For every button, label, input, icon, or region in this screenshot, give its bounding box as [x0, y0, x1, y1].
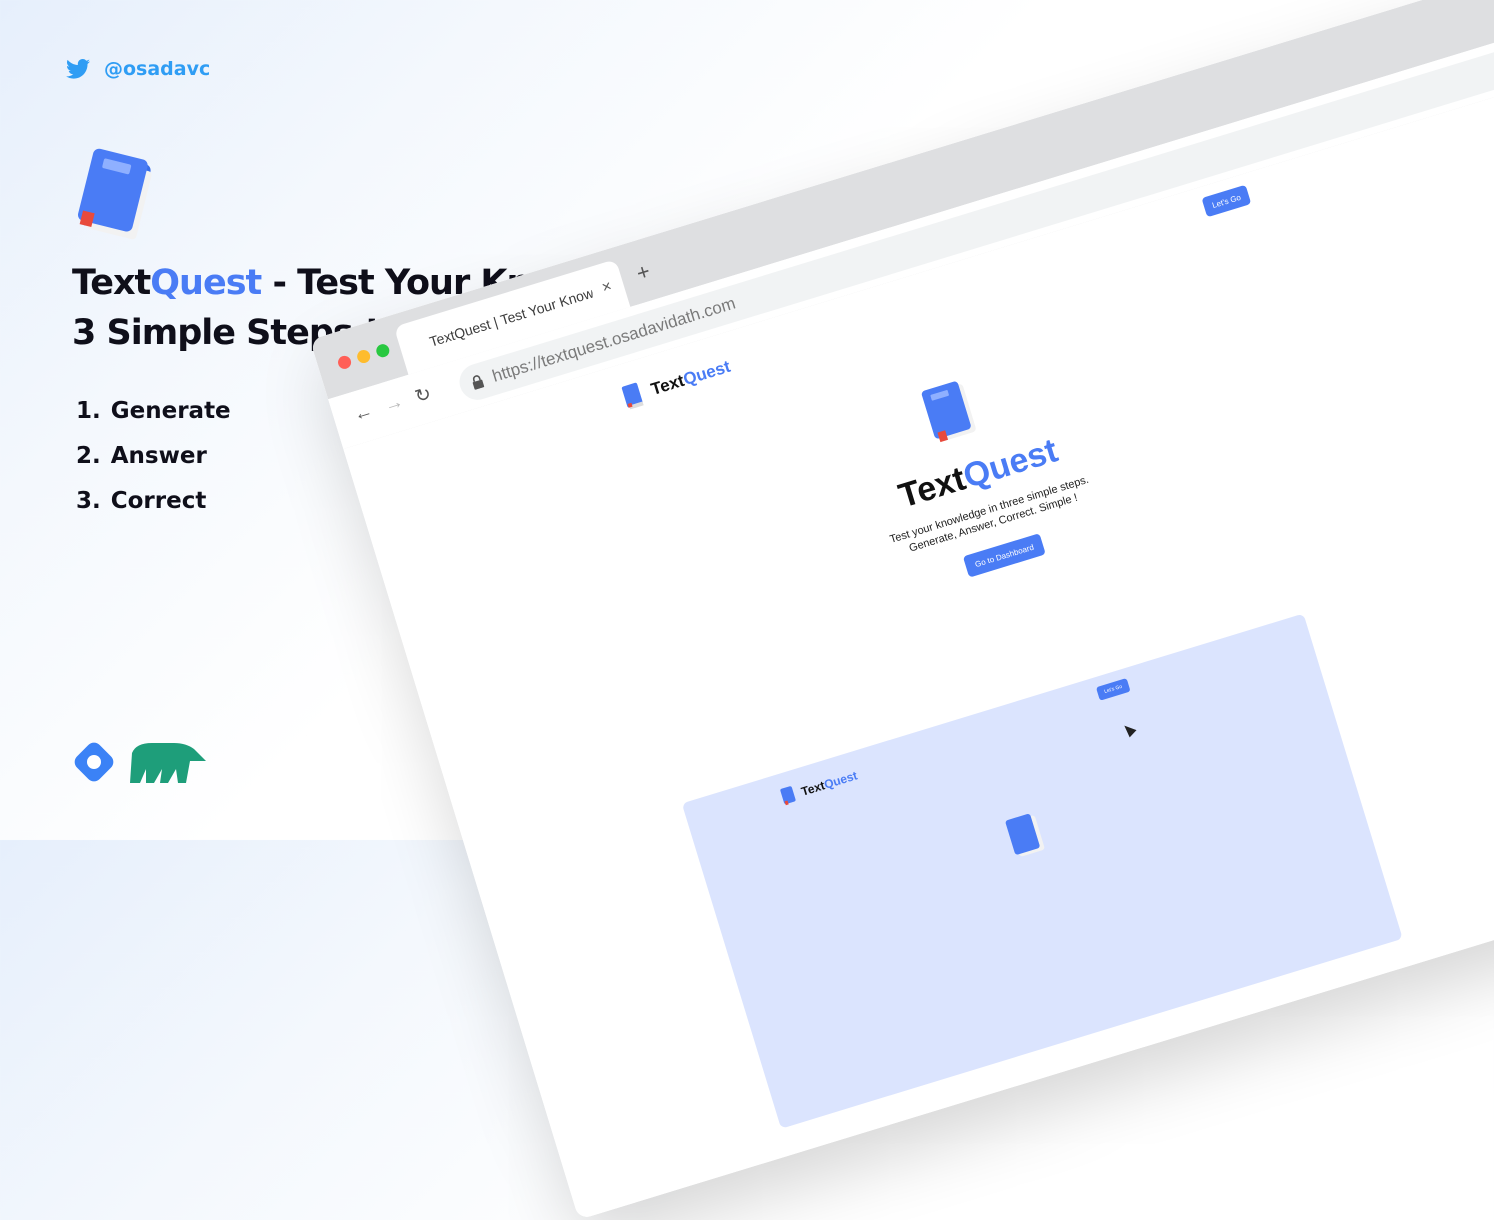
step-number: 2.	[76, 443, 101, 469]
step-number: 3.	[76, 488, 101, 514]
site-title-first: Text	[894, 459, 970, 516]
forward-arrow-icon[interactable]: →	[382, 391, 407, 418]
social-handle: @osadavc	[66, 58, 210, 80]
step-item: 3. Correct	[76, 482, 231, 527]
site-logo[interactable]: TextQuest	[617, 353, 734, 413]
preview-lets-go-button: Let's Go	[1095, 678, 1131, 701]
anteater-logo-icon	[130, 743, 206, 783]
step-label: Generate	[110, 398, 231, 424]
book-icon	[621, 382, 644, 410]
site-logo-accent: Quest	[680, 356, 733, 390]
steps-list: 1. Generate 2. Answer 3. Correct	[76, 392, 231, 527]
step-label: Answer	[110, 443, 207, 469]
lets-go-button[interactable]: Let's Go	[1201, 184, 1252, 218]
twitter-handle[interactable]: @osadavc	[104, 58, 210, 80]
preview-logo-accent: Quest	[822, 768, 859, 792]
step-label: Correct	[110, 488, 207, 514]
preview-logo: TextQuest	[778, 766, 860, 808]
book-icon	[921, 381, 976, 443]
go-to-dashboard-button[interactable]: Go to Dashboard	[962, 533, 1046, 578]
blue-diamond-logo-icon	[74, 742, 114, 782]
tech-logos	[70, 738, 208, 786]
step-number: 1.	[76, 398, 101, 424]
minimize-window-dot[interactable]	[355, 348, 372, 365]
reload-icon[interactable]: ↻	[412, 383, 434, 410]
brand-first: Text	[72, 263, 151, 303]
book-icon	[780, 786, 796, 806]
book-icon	[1005, 813, 1045, 857]
lock-icon	[472, 375, 485, 390]
step-item: 1. Generate	[76, 392, 231, 437]
browser-window: TextQuest | Test Your Knowledge × + ← → …	[310, 0, 1494, 1220]
close-window-dot[interactable]	[336, 354, 353, 371]
twitter-icon	[66, 59, 90, 79]
maximize-window-dot[interactable]	[374, 342, 391, 359]
book-logo-icon	[77, 148, 152, 240]
preview-screenshot: TextQuest Let's Go	[681, 613, 1403, 1129]
back-arrow-icon[interactable]: ←	[351, 400, 376, 427]
mouse-cursor-icon	[1120, 721, 1137, 738]
step-item: 2. Answer	[76, 437, 231, 482]
new-tab-icon[interactable]: +	[633, 258, 653, 287]
site-logo-first: Text	[648, 370, 687, 399]
close-tab-icon[interactable]: ×	[600, 278, 614, 298]
brand-accent: Quest	[150, 263, 262, 303]
